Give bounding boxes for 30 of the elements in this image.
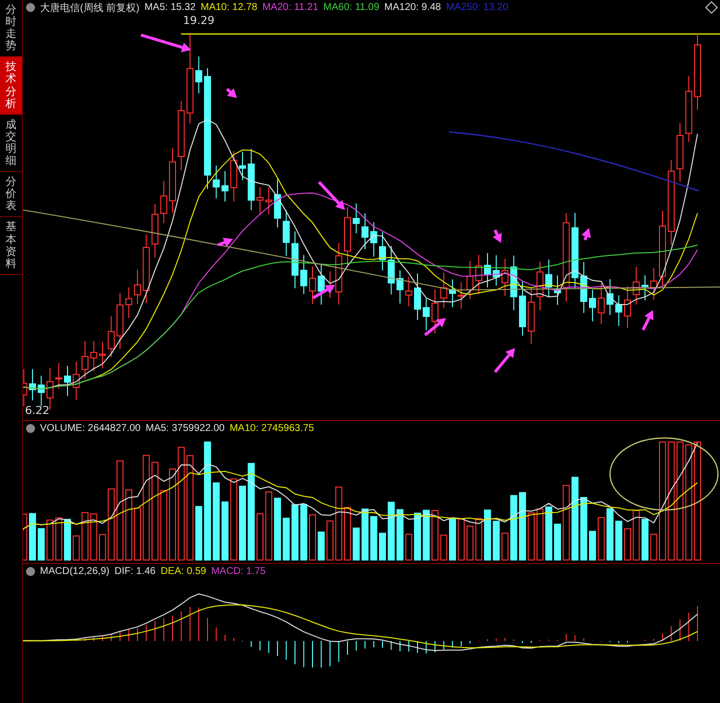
indicator-label: DIF: 1.46: [114, 566, 156, 577]
indicator-label: MA5: 3759922.00: [146, 423, 225, 434]
annotation-arrow: [226, 88, 237, 98]
indicator-label: MA5: 15.32: [144, 2, 196, 13]
indicator-label: MA120: 9.48: [384, 2, 441, 13]
indicator-label: MA10: 2745963.75: [230, 423, 314, 434]
annotation-arrow: [318, 180, 345, 210]
annotation-arrow: [581, 228, 591, 240]
annotation-arrow: [312, 285, 335, 300]
annotation-arrow: [140, 34, 191, 52]
indicator-label: DEA: 0.59: [160, 566, 206, 577]
indicator-label: MA10: 12.78: [200, 2, 258, 13]
indicator-label: MA250: 13.20: [446, 2, 508, 13]
price-label: 19.29: [183, 15, 214, 27]
price-label: 6.22: [25, 404, 50, 417]
toggle-icon[interactable]: [26, 567, 35, 576]
toggle-icon[interactable]: [26, 424, 35, 433]
annotation-arrow: [642, 310, 654, 331]
indicator-label: MACD(12,26,9): [40, 566, 110, 577]
indicator-label: MA20: 11.21: [262, 2, 318, 13]
indicator-label: VOLUME: 2644827.00: [40, 423, 141, 434]
toggle-icon[interactable]: [26, 3, 35, 12]
annotation-arrow: [494, 348, 515, 373]
annotation-arrow: [424, 318, 446, 336]
chart-title: 大唐电信(周线 前复权): [40, 2, 140, 14]
indicator-label: MACD: 1.75: [211, 566, 266, 577]
indicator-label: MA60: 11.09: [323, 2, 380, 13]
annotation-arrow: [492, 229, 502, 243]
side-tab[interactable]: 技术分析: [0, 57, 22, 115]
annotation-arrow: [217, 238, 233, 247]
